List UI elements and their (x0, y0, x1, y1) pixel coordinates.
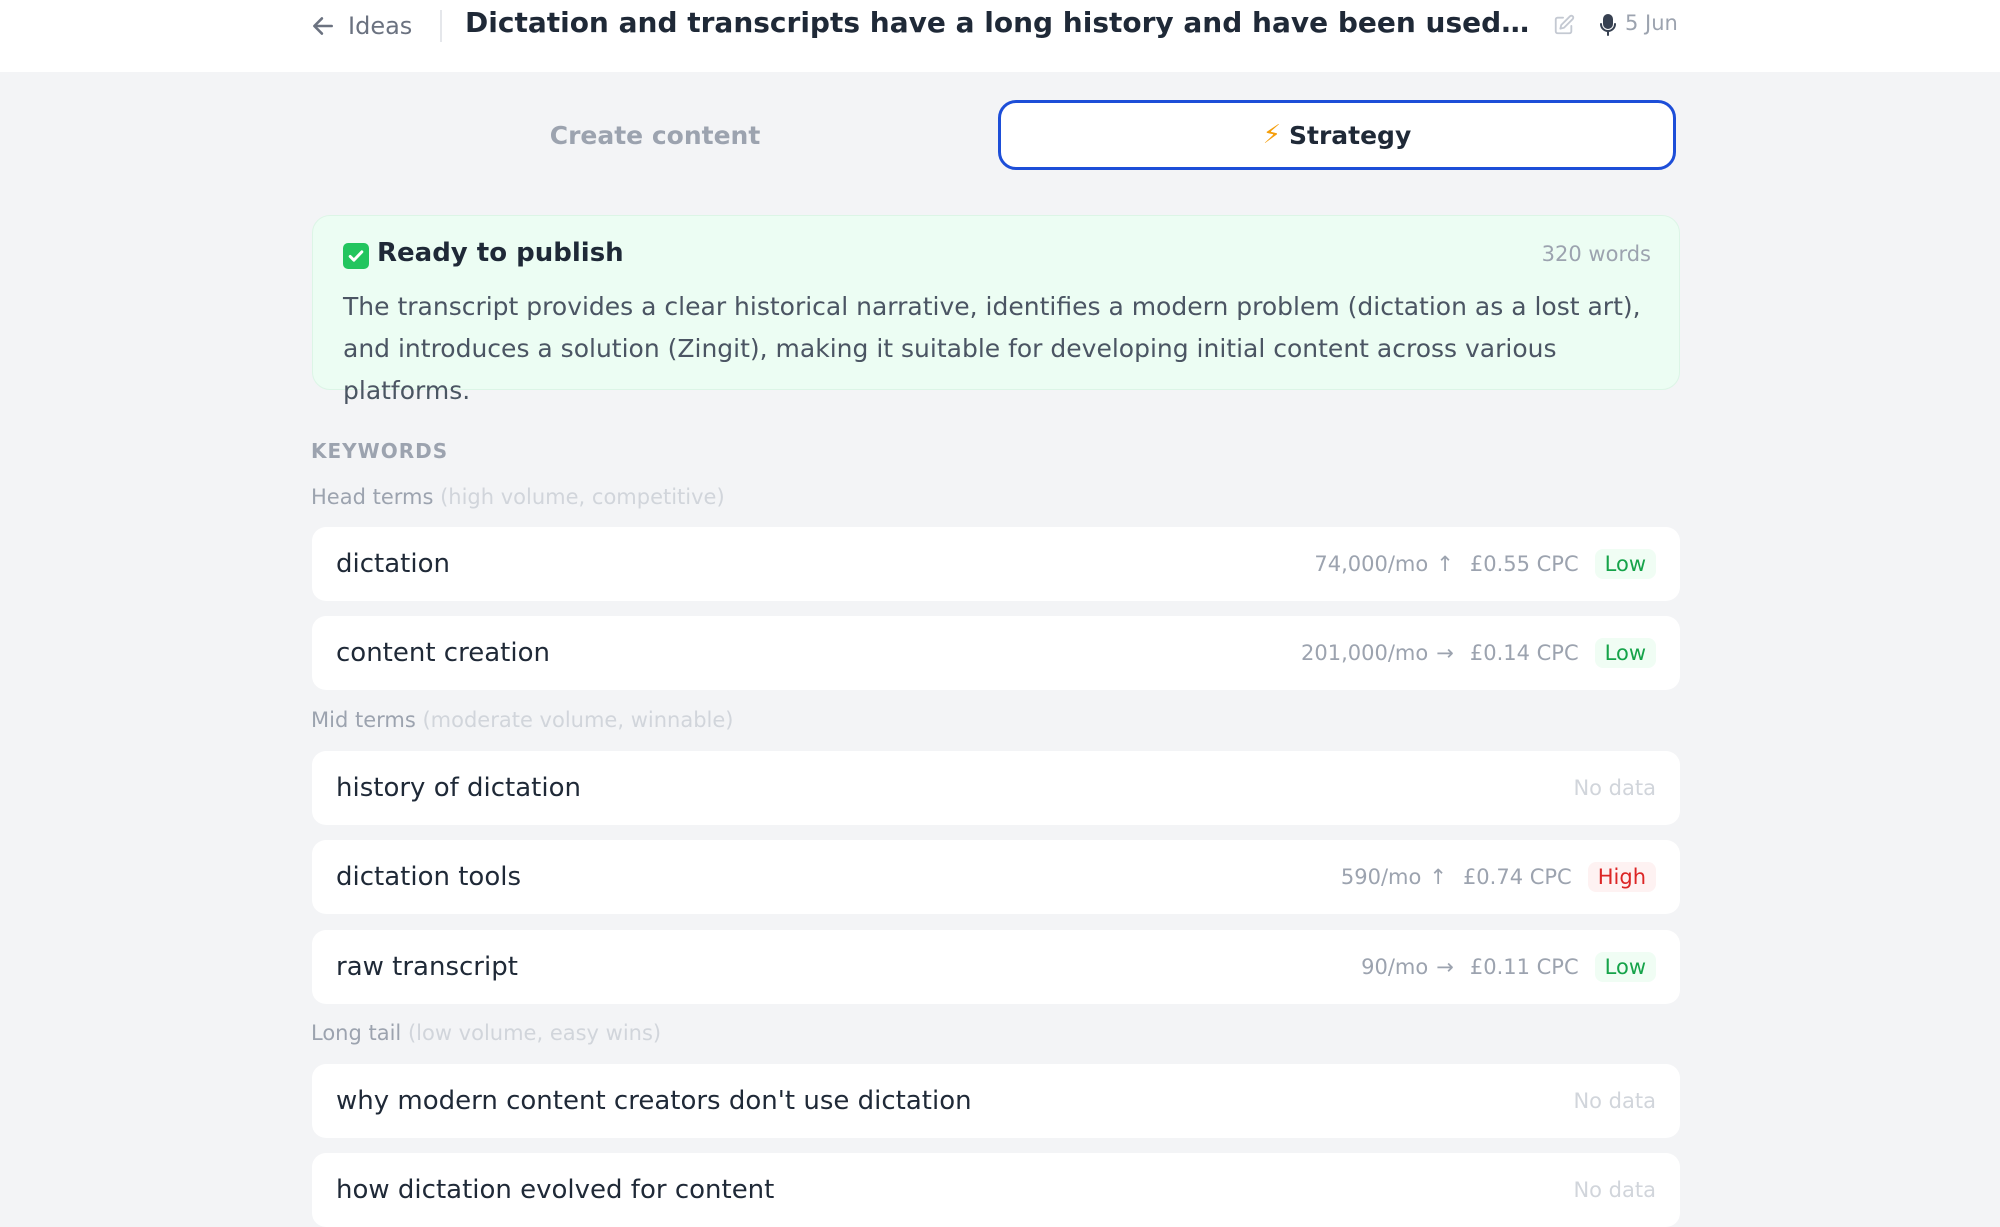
divider (440, 10, 442, 42)
keyword-term: raw transcript (336, 952, 518, 982)
cpc-value: £0.14 CPC (1469, 641, 1579, 665)
word-count: 320 words (1541, 242, 1651, 266)
keyword-row[interactable]: history of dictation No data (312, 751, 1680, 825)
status-card: Ready to publish 320 words The transcrip… (312, 215, 1680, 405)
keyword-term: history of dictation (336, 773, 581, 803)
group-label-text: Mid terms (311, 708, 416, 732)
group-label-head-terms: Head terms (high volume, competitive) (311, 485, 725, 509)
keyword-row[interactable]: how dictation evolved for content No dat… (312, 1153, 1680, 1227)
no-data-label: No data (1573, 1089, 1656, 1113)
microphone-icon (1600, 14, 1616, 36)
search-volume: 590/mo (1340, 865, 1422, 889)
check-icon (343, 243, 369, 269)
keyword-metrics: 590/mo ↑ £0.74 CPC High (1341, 862, 1656, 892)
trend-up-icon: ↑ (1429, 865, 1447, 889)
cpc-value: £0.55 CPC (1469, 552, 1579, 576)
no-data-label: No data (1573, 776, 1656, 800)
keyword-metrics: 74,000/mo ↑ £0.55 CPC Low (1314, 549, 1656, 579)
status-description: The transcript provides a clear historic… (343, 292, 1641, 405)
tab-create-content[interactable]: Create content (310, 100, 1000, 170)
cpc-value: £0.74 CPC (1462, 865, 1572, 889)
trend-up-icon: ↑ (1436, 552, 1454, 576)
keyword-row[interactable]: why modern content creators don't use di… (312, 1064, 1680, 1138)
keyword-term: how dictation evolved for content (336, 1175, 775, 1205)
group-label-mid-terms: Mid terms (moderate volume, winnable) (311, 708, 733, 732)
status-title: Ready to publish (377, 238, 624, 268)
group-label-text: Long tail (311, 1021, 402, 1045)
back-label: Ideas (348, 12, 413, 40)
keyword-term: dictation (336, 549, 450, 579)
keyword-row[interactable]: dictation 74,000/mo ↑ £0.55 CPC Low (312, 527, 1680, 601)
page-title: Dictation and transcripts have a long hi… (465, 6, 1530, 39)
competition-badge: Low (1594, 549, 1656, 579)
tab-label: Create content (549, 120, 761, 150)
group-label-text: Head terms (311, 485, 434, 509)
back-button[interactable]: Ideas (310, 9, 412, 43)
keyword-row[interactable]: content creation 201,000/mo → £0.14 CPC … (312, 616, 1680, 690)
competition-badge: Low (1594, 952, 1656, 982)
group-hint: (moderate volume, winnable) (422, 708, 734, 732)
group-label-long-tail: Long tail (low volume, easy wins) (311, 1021, 661, 1045)
arrow-left-icon (313, 17, 333, 35)
trend-flat-icon: → (1436, 641, 1454, 665)
keyword-term: why modern content creators don't use di… (336, 1086, 972, 1116)
search-volume: 74,000/mo (1314, 552, 1429, 576)
date-label: 5 Jun (1625, 11, 1678, 35)
edit-icon[interactable] (1553, 14, 1575, 36)
group-hint: (high volume, competitive) (440, 485, 725, 509)
keyword-row[interactable]: raw transcript 90/mo → £0.11 CPC Low (312, 930, 1680, 1004)
search-volume: 201,000/mo (1301, 641, 1429, 665)
no-data-label: No data (1573, 1178, 1656, 1202)
keywords-heading: KEYWORDS (311, 439, 449, 463)
keyword-term: content creation (336, 638, 550, 668)
keyword-row[interactable]: dictation tools 590/mo ↑ £0.74 CPC High (312, 840, 1680, 914)
competition-badge: High (1587, 862, 1656, 892)
cpc-value: £0.11 CPC (1469, 955, 1579, 979)
top-bar: Ideas Dictation and transcripts have a l… (0, 0, 2000, 72)
search-volume: 90/mo (1361, 955, 1429, 979)
tab-strategy[interactable]: ⚡ Strategy (998, 100, 1676, 170)
competition-badge: Low (1594, 638, 1656, 668)
keyword-metrics: 90/mo → £0.11 CPC Low (1361, 952, 1656, 982)
tab-label: Strategy (1289, 120, 1412, 150)
lightning-icon: ⚡ (1262, 120, 1281, 150)
group-hint: (low volume, easy wins) (407, 1021, 662, 1045)
trend-flat-icon: → (1436, 955, 1454, 979)
keyword-metrics: 201,000/mo → £0.14 CPC Low (1301, 638, 1656, 668)
keyword-term: dictation tools (336, 862, 521, 892)
